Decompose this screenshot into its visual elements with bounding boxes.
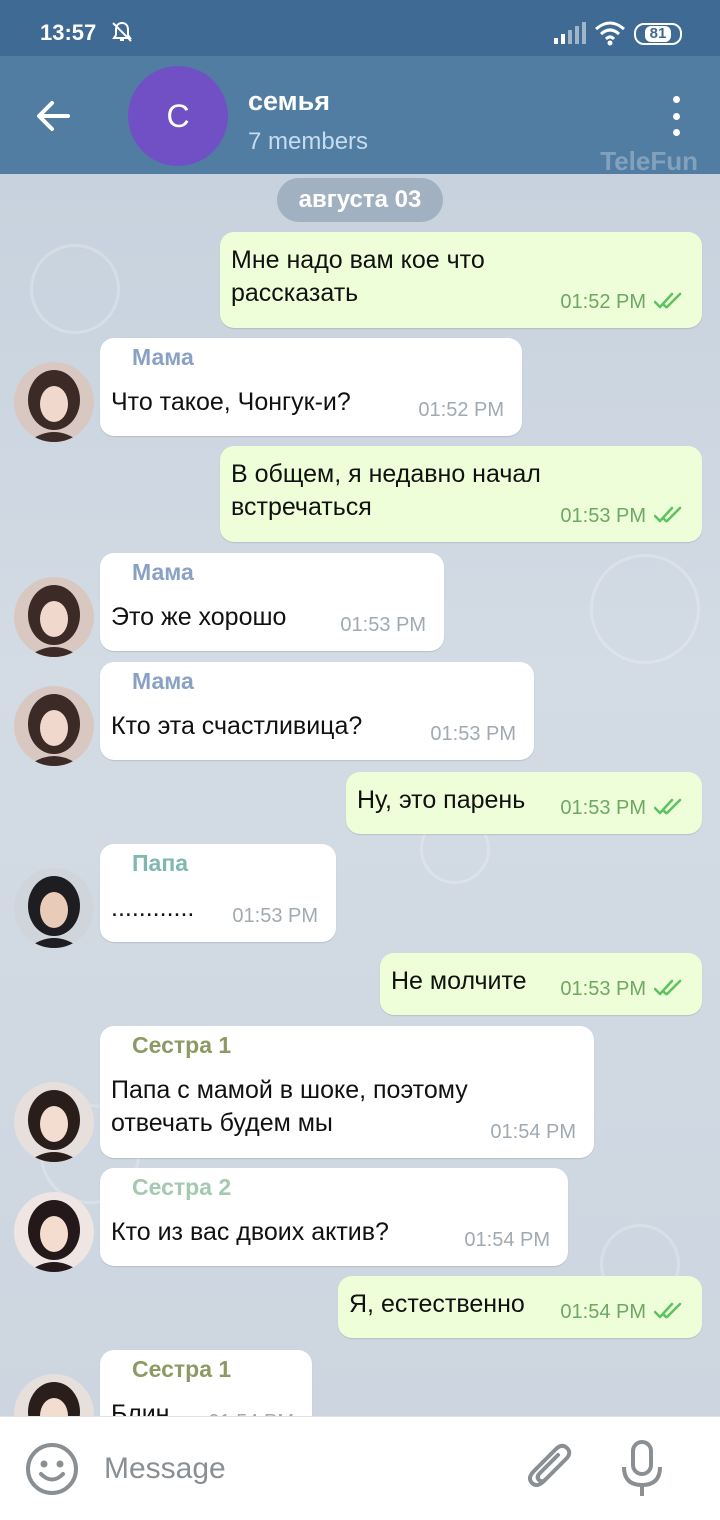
sender-name[interactable]: Мама [132,559,194,586]
message-time: 01:53 PM [560,797,646,819]
date-separator: августа 03 [277,178,443,222]
message-text: Мне надо вам кое что [231,246,485,274]
sender-avatar[interactable] [14,868,94,948]
incoming-message[interactable]: Мама Это же хорошо 01:53 PM [100,553,444,651]
signal-icon [554,22,586,44]
message-text: В общем, я недавно начал [231,460,541,488]
message-text: Ну, это парень [357,786,526,814]
outgoing-message[interactable]: Ну, это парень 01:53 PM [346,772,702,834]
incoming-message[interactable]: Мама Что такое, Чонгук-и? 01:52 PM [100,338,522,436]
message-time: 01:53 PM [232,905,318,927]
message-text: встречаться [231,493,372,521]
double-check-icon [654,1302,682,1319]
message-input[interactable] [104,1449,484,1489]
incoming-message[interactable]: Сестра 1Блин01:54 PM [100,1350,312,1416]
group-title[interactable]: семья [248,86,330,117]
message-time: 01:52 PM [418,399,504,421]
status-bar: 13:57 81 [0,0,720,56]
message-time: 01:52 PM [560,291,646,313]
attach-icon[interactable] [524,1439,580,1499]
message-text: Папа с мамой в шоке, поэтому [111,1076,468,1104]
sender-name[interactable]: Сестра 2 [132,1174,231,1201]
message-text: Кто эта счастливица? [111,712,363,740]
sender-avatar[interactable] [14,686,94,766]
message-text: ............ [111,894,195,922]
group-avatar-letter: С [166,97,190,134]
sender-name[interactable]: Сестра 1 [132,1356,231,1383]
outgoing-message[interactable]: Не молчите 01:53 PM [380,953,702,1015]
message-text: Я, естественно [349,1290,525,1318]
message-time: 01:54 PM [490,1121,576,1143]
message-time: 01:53 PM [560,505,646,527]
message-text: Не молчите [391,967,527,995]
outgoing-message[interactable]: Я, естественно 01:54 PM [338,1276,702,1338]
watermark: TeleFun [600,146,698,176]
member-count: 7 members [248,128,369,155]
message-time: 01:54 PM [464,1229,550,1251]
outgoing-message[interactable]: Мне надо вам кое что рассказать 01:52 PM [220,232,702,328]
message-text: Что такое, Чонгук-и? [111,388,351,416]
back-arrow-icon[interactable] [32,94,76,138]
battery-level: 81 [644,26,672,42]
sender-avatar[interactable] [14,1082,94,1162]
sender-name[interactable]: Папа [132,850,188,877]
incoming-message[interactable]: Папа............ 01:53 PM [100,844,336,942]
double-check-icon [654,292,682,309]
mute-icon [112,21,132,42]
background-doodle [590,554,700,664]
wifi-icon [595,21,625,46]
sender-avatar[interactable] [14,577,94,657]
sender-avatar[interactable] [14,1192,94,1272]
chat-area[interactable]: августа 03 Мне надо вам кое что рассказат… [0,174,720,1416]
chat-header: С семья 7 members TeleFun [0,56,720,176]
mic-icon[interactable] [618,1439,666,1499]
message-text: Это же хорошо [111,603,287,631]
sender-name[interactable]: Мама [132,344,194,371]
background-doodle [30,244,120,334]
double-check-icon [654,506,682,523]
message-text: Кто из вас двоих актив? [111,1218,389,1246]
message-composer [0,1416,720,1520]
message-time: 01:53 PM [340,614,426,636]
sender-avatar[interactable] [14,1374,94,1416]
sender-name[interactable]: Сестра 1 [132,1032,231,1059]
incoming-message[interactable]: Мама Кто эта счастливица? 01:53 PM [100,662,534,760]
double-check-icon [654,798,682,815]
message-text: рассказать [231,279,359,307]
message-time: 01:54 PM [560,1301,646,1323]
emoji-icon[interactable] [24,1441,80,1497]
more-vert-icon[interactable] [664,96,688,136]
message-time: 01:53 PM [560,978,646,1000]
outgoing-message[interactable]: В общем, я недавно начал встречаться 01:53… [220,446,702,542]
incoming-message[interactable]: Сестра 2 Кто из вас двоих актив? 01:54 PM [100,1168,568,1266]
double-check-icon [654,979,682,996]
sender-avatar[interactable] [14,362,94,442]
sender-name[interactable]: Мама [132,668,194,695]
message-text: Блин [111,1400,170,1416]
message-time: 01:53 PM [430,723,516,745]
status-time: 13:57 [40,20,97,45]
incoming-message[interactable]: Сестра 1 Папа с мамой в шоке, поэтому отве… [100,1026,594,1158]
group-avatar[interactable]: С [128,66,228,166]
message-text: отвечать будем мы [111,1109,333,1137]
battery-icon: 81 [634,23,682,45]
